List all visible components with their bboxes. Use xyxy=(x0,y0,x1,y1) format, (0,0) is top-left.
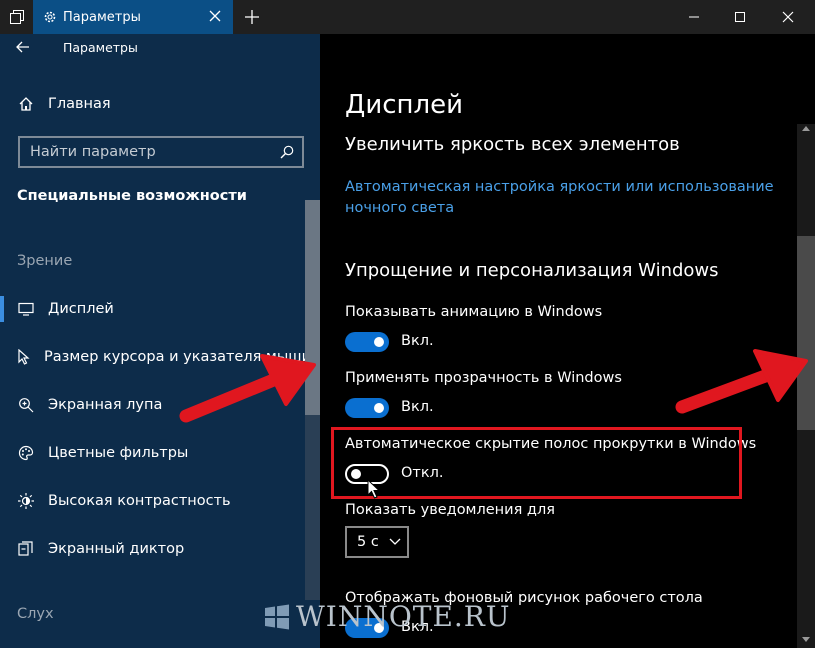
watermark: WINNOTE.RU xyxy=(264,600,511,633)
watermark-text: WINNOTE.RU xyxy=(296,600,511,633)
arrow-left-icon xyxy=(179,354,316,423)
arrow-right-icon xyxy=(675,349,808,414)
annotation-arrows xyxy=(179,349,808,423)
windows-logo-icon xyxy=(264,604,290,630)
